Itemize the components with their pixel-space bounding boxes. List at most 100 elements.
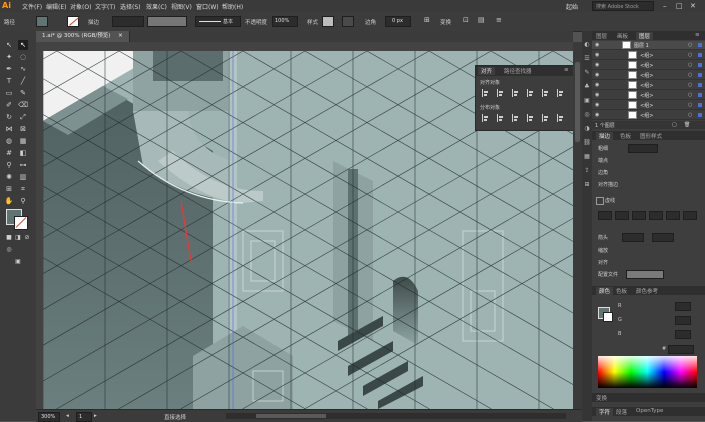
selection-indicator[interactable] <box>698 73 702 77</box>
eyedropper-icon[interactable]: ⚲ <box>4 160 14 170</box>
visibility-eye-icon[interactable]: ◉ <box>595 72 599 78</box>
stroke-swatch[interactable] <box>67 16 79 27</box>
align-option-icon[interactable] <box>541 114 549 122</box>
panel-menu-icon[interactable]: ≡ <box>496 16 502 24</box>
layer-row[interactable]: ◉ <组> ○ <box>592 61 705 70</box>
tab-paragraph[interactable]: 段落 <box>616 408 627 416</box>
artboards-icon[interactable]: ⊞ <box>583 181 591 189</box>
close-icon[interactable]: ✕ <box>690 2 696 10</box>
none-mode-icon[interactable]: ⊘ <box>22 233 32 243</box>
layer-row[interactable]: ◉ 图层 1 ○ <box>592 41 705 50</box>
selection-indicator[interactable] <box>698 113 702 117</box>
dash-gap-field[interactable] <box>649 211 663 220</box>
appearance-icon[interactable]: ◎ <box>583 111 591 119</box>
menu-file[interactable]: 文件(F) <box>22 2 42 11</box>
screen-mode-icon[interactable]: ▣ <box>13 257 23 267</box>
perspective-grid-icon[interactable]: ▦ <box>18 136 28 146</box>
width-tool-icon[interactable]: ⋈ <box>4 124 14 134</box>
curvature-tool-icon[interactable]: ∿ <box>18 64 28 74</box>
align-option-icon[interactable] <box>511 114 519 122</box>
tab-character[interactable]: 字符 <box>596 408 614 416</box>
dash-gap-field[interactable] <box>683 211 697 220</box>
graphic-style-swatch[interactable] <box>322 16 334 27</box>
stroke-weight-field[interactable] <box>112 16 144 27</box>
isolate-icon[interactable]: ⊡ <box>463 16 469 24</box>
properties-icon[interactable]: ☰ <box>583 55 591 63</box>
tab-transform[interactable]: 变换 <box>596 394 607 402</box>
pen-tool-icon[interactable]: ✒ <box>4 64 14 74</box>
align-option-icon[interactable] <box>496 89 504 97</box>
tab-swatches[interactable]: 色板 <box>620 132 631 140</box>
weight-field[interactable] <box>628 144 658 153</box>
panel-menu-icon[interactable]: ≡ <box>564 67 569 73</box>
transparency-icon[interactable]: ◑ <box>583 125 591 133</box>
visibility-eye-icon[interactable]: ◉ <box>595 112 599 118</box>
tab-color-guide[interactable]: 颜色参考 <box>636 287 658 295</box>
tab-layers-active[interactable]: 图层 <box>636 32 654 40</box>
dash-gap-field[interactable] <box>598 211 612 220</box>
next-artboard-icon[interactable]: ▸ <box>94 413 97 419</box>
free-transform-icon[interactable]: ⊠ <box>18 124 28 134</box>
opacity-field[interactable]: 100% <box>272 16 298 27</box>
brushes-icon[interactable]: ✎ <box>583 69 591 77</box>
target-circle-icon[interactable]: ○ <box>688 112 692 118</box>
artboard-tool-icon[interactable]: ⊞ <box>4 184 14 194</box>
target-circle-icon[interactable]: ○ <box>688 102 692 108</box>
corner-radius-field[interactable]: 0 px <box>385 16 411 27</box>
selection-tool-icon[interactable]: ↖ <box>4 40 14 50</box>
links-icon[interactable]: ⛓ <box>583 139 591 147</box>
horizontal-scrollbar[interactable] <box>226 413 566 419</box>
layer-row[interactable]: ◉ <组> ○ <box>592 51 705 60</box>
selection-indicator[interactable] <box>698 63 702 67</box>
scale-tool-icon[interactable]: ⤢ <box>18 112 28 122</box>
menu-edit[interactable]: 编辑(E) <box>46 2 66 11</box>
b-value-field[interactable] <box>675 330 691 339</box>
slice-tool-icon[interactable]: ⌗ <box>18 184 28 194</box>
eraser-icon[interactable]: ⌫ <box>18 100 28 110</box>
target-circle-icon[interactable]: ○ <box>688 72 692 78</box>
tab-graphic-styles[interactable]: 图形样式 <box>640 132 662 140</box>
align-option-icon[interactable] <box>481 114 489 122</box>
layer-row[interactable]: ◉ <组> ○ <box>592 71 705 80</box>
mesh-tool-icon[interactable]: # <box>4 148 14 158</box>
image-trace-icon[interactable]: ▦ <box>583 153 591 161</box>
minimize-icon[interactable]: – <box>663 2 667 10</box>
stock-search-input[interactable]: 搜索 Adobe Stock <box>592 1 654 11</box>
tab-pathfinder[interactable]: 路径查找器 <box>504 67 532 75</box>
align-option-icon[interactable] <box>496 114 504 122</box>
variable-width-profile[interactable] <box>147 16 187 27</box>
recolor-icon[interactable] <box>342 16 354 27</box>
hex-field[interactable] <box>668 345 694 354</box>
delete-layer-icon[interactable]: 🗑 <box>684 122 690 128</box>
tab-layers-1[interactable]: 图层 <box>596 32 607 40</box>
selection-indicator[interactable] <box>698 43 702 47</box>
menu-type[interactable]: 文字(T) <box>95 2 115 11</box>
graphic-styles-icon[interactable]: ▣ <box>583 97 591 105</box>
column-graph-icon[interactable]: ▥ <box>18 172 28 182</box>
selection-indicator[interactable] <box>698 53 702 57</box>
new-layer-icon[interactable]: ▢ <box>672 122 677 128</box>
brush-definition[interactable]: 基本 <box>195 16 241 27</box>
menu-view[interactable]: 视图(V) <box>171 2 192 11</box>
align-option-icon[interactable] <box>481 89 489 97</box>
layer-row[interactable]: ◉ <组> ○ <box>592 81 705 90</box>
r-value-field[interactable] <box>675 302 691 311</box>
target-circle-icon[interactable]: ○ <box>688 82 692 88</box>
visibility-eye-icon[interactable]: ◉ <box>595 82 599 88</box>
dash-gap-field[interactable] <box>632 211 646 220</box>
tab-color[interactable]: 颜色 <box>596 287 614 295</box>
transform-link[interactable]: 变换 <box>440 18 451 26</box>
menu-window[interactable]: 窗口(W) <box>196 2 219 11</box>
blend-tool-icon[interactable]: ⊶ <box>18 160 28 170</box>
selection-indicator[interactable] <box>698 93 702 97</box>
target-circle-icon[interactable]: ○ <box>688 92 692 98</box>
direct-selection-tool-icon[interactable]: ↖ <box>18 40 28 50</box>
color-stroke-icon[interactable] <box>603 312 613 322</box>
align-option-icon[interactable] <box>541 89 549 97</box>
hand-tool-icon[interactable]: ✋ <box>4 196 14 206</box>
selection-indicator[interactable] <box>698 103 702 107</box>
visibility-eye-icon[interactable]: ◉ <box>595 92 599 98</box>
g-value-field[interactable] <box>675 316 691 325</box>
tab-artboards[interactable]: 画板 <box>617 32 628 40</box>
panel-menu-icon[interactable]: ≡ <box>695 32 700 38</box>
